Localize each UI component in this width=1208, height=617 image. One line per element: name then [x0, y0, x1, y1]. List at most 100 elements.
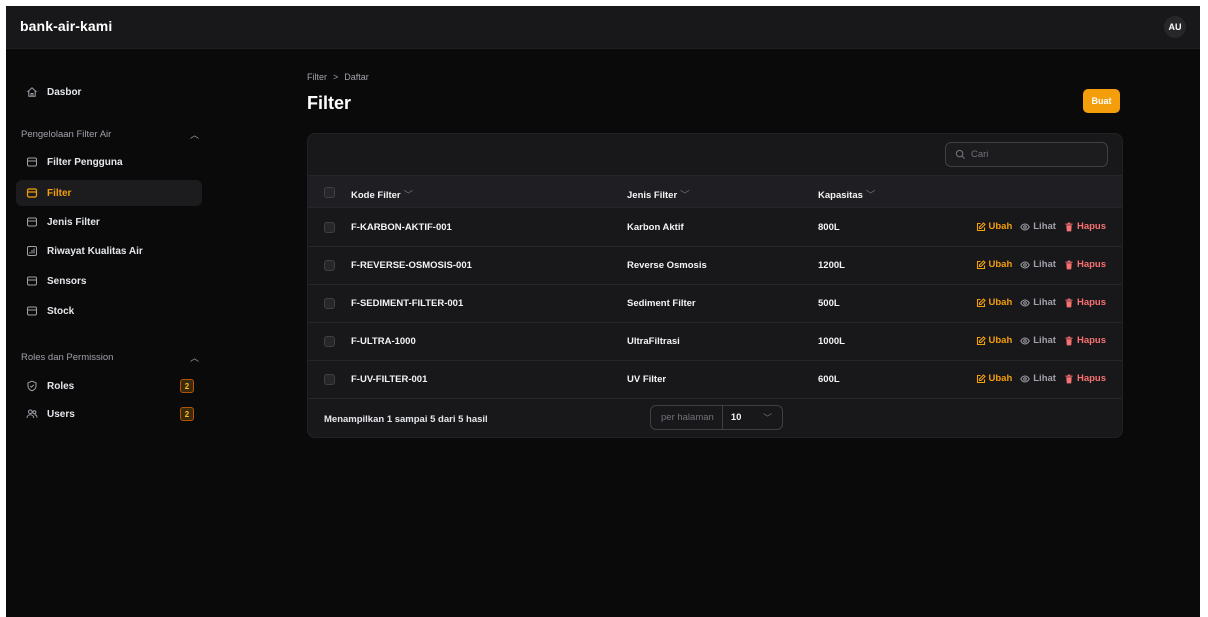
edit-button[interactable]: Ubah	[976, 373, 1012, 384]
cell-jenis-filter: Reverse Osmosis	[627, 260, 707, 271]
per-page-value: 10	[730, 412, 742, 423]
sidebar-group-label: Roles dan Permission	[21, 352, 114, 363]
search-icon	[955, 149, 966, 160]
column-header-kapasitas[interactable]: Kapasitas ﹀	[818, 187, 875, 201]
sidebar-group-roles-permission[interactable]: Roles dan Permission ︿	[21, 351, 199, 364]
row-checkbox[interactable]	[324, 374, 335, 385]
box-icon	[26, 156, 38, 168]
sidebar-item-riwayat-kualitas-air[interactable]: Riwayat Kualitas Air	[16, 238, 202, 264]
edit-icon	[976, 297, 986, 307]
cell-jenis-filter: Karbon Aktif	[627, 222, 684, 233]
edit-icon	[976, 335, 986, 345]
create-button[interactable]: Buat	[1083, 89, 1120, 113]
sidebar-item-users[interactable]: Users 2	[16, 401, 202, 427]
user-avatar[interactable]: AU	[1164, 16, 1186, 38]
sidebar-item-label: Dasbor	[47, 86, 82, 98]
brand-title[interactable]: bank-air-kami	[20, 18, 112, 34]
table-header: Kode Filter ﹀ Jenis Filter ﹀ Kapasitas ﹀	[308, 175, 1122, 208]
eye-icon	[1020, 222, 1031, 231]
breadcrumb-current: Daftar	[344, 72, 369, 82]
cell-kapasitas: 1200L	[818, 260, 845, 271]
table-row: F-SEDIMENT-FILTER-001 Sediment Filter 50…	[308, 285, 1122, 323]
chevron-down-icon: ﹀	[680, 190, 690, 201]
cell-kode-filter: F-UV-FILTER-001	[351, 374, 428, 385]
view-button[interactable]: Lihat	[1020, 221, 1056, 232]
cell-kode-filter: F-KARBON-AKTIF-001	[351, 222, 452, 233]
cell-kode-filter: F-SEDIMENT-FILTER-001	[351, 298, 464, 309]
home-icon	[26, 86, 38, 98]
sidebar-item-filter[interactable]: Filter	[16, 180, 202, 206]
users-icon	[26, 408, 38, 420]
edit-icon	[976, 221, 986, 231]
box-icon	[26, 187, 38, 199]
delete-button[interactable]: Hapus	[1064, 221, 1106, 232]
edit-button[interactable]: Ubah	[976, 297, 1012, 308]
view-button[interactable]: Lihat	[1020, 297, 1056, 308]
sidebar-item-sensors[interactable]: Sensors	[16, 268, 202, 294]
page-title: Filter	[307, 93, 352, 113]
view-button[interactable]: Lihat	[1020, 259, 1056, 270]
select-all-checkbox[interactable]	[324, 187, 335, 198]
sidebar-item-label: Filter Pengguna	[47, 156, 123, 168]
table-row: F-KARBON-AKTIF-001 Karbon Aktif 800L Uba…	[308, 209, 1122, 247]
eye-icon	[1020, 336, 1031, 345]
cell-jenis-filter: Sediment Filter	[627, 298, 696, 309]
sidebar-item-jenis-filter[interactable]: Jenis Filter	[16, 209, 202, 235]
cell-kapasitas: 1000L	[818, 336, 845, 347]
breadcrumb-separator: >	[333, 72, 339, 82]
delete-button[interactable]: Hapus	[1064, 373, 1106, 384]
row-checkbox[interactable]	[324, 298, 335, 309]
cell-kode-filter: F-REVERSE-OSMOSIS-001	[351, 260, 472, 271]
shield-icon	[26, 380, 38, 392]
breadcrumb-parent-link[interactable]: Filter	[307, 72, 327, 82]
edit-button[interactable]: Ubah	[976, 259, 1012, 270]
search-input[interactable]: Cari	[945, 142, 1108, 167]
edit-button[interactable]: Ubah	[976, 335, 1012, 346]
sidebar: Dasbor Pengelolaan Filter Air ︿ Filter P…	[6, 49, 212, 617]
sidebar-item-label: Users	[47, 408, 75, 420]
sidebar-item-label: Stock	[47, 305, 75, 317]
sidebar-item-filter-pengguna[interactable]: Filter Pengguna	[16, 149, 202, 175]
delete-button[interactable]: Hapus	[1064, 297, 1106, 308]
edit-icon	[976, 373, 986, 383]
sidebar-item-roles[interactable]: Roles 2	[16, 373, 202, 399]
trash-icon	[1065, 260, 1073, 269]
edit-button[interactable]: Ubah	[976, 221, 1012, 232]
delete-button[interactable]: Hapus	[1064, 335, 1106, 346]
sidebar-group-filter-management[interactable]: Pengelolaan Filter Air ︿	[21, 128, 199, 141]
row-actions: Ubah Lihat Hapus	[976, 221, 1106, 232]
row-actions: Ubah Lihat Hapus	[976, 373, 1106, 384]
per-page-select[interactable]: per halaman 10 ﹀	[650, 405, 783, 430]
eye-icon	[1020, 260, 1031, 269]
table-row: F-UV-FILTER-001 UV Filter 600L Ubah Liha…	[308, 361, 1122, 399]
column-header-jenis-filter[interactable]: Jenis Filter ﹀	[627, 187, 690, 201]
trash-icon	[1065, 298, 1073, 307]
column-header-kode-filter[interactable]: Kode Filter ﹀	[351, 187, 413, 201]
view-button[interactable]: Lihat	[1020, 373, 1056, 384]
delete-button[interactable]: Hapus	[1064, 259, 1106, 270]
breadcrumb: Filter > Daftar	[307, 72, 369, 82]
row-checkbox[interactable]	[324, 260, 335, 271]
row-actions: Ubah Lihat Hapus	[976, 259, 1106, 270]
pagination-summary: Menampilkan 1 sampai 5 dari 5 hasil	[324, 414, 488, 425]
row-checkbox[interactable]	[324, 222, 335, 233]
sidebar-item-label: Filter	[47, 187, 72, 199]
sidebar-item-dashboard[interactable]: Dasbor	[16, 79, 202, 105]
count-badge: 2	[180, 379, 194, 393]
box-icon	[26, 305, 38, 317]
view-button[interactable]: Lihat	[1020, 335, 1056, 346]
trash-icon	[1065, 336, 1073, 345]
sidebar-item-label: Sensors	[47, 275, 87, 287]
box-icon	[26, 216, 38, 228]
edit-icon	[976, 259, 986, 269]
chevron-up-icon: ︿	[189, 130, 199, 140]
sidebar-item-label: Jenis Filter	[47, 216, 100, 228]
cell-kapasitas: 600L	[818, 374, 840, 385]
cell-kapasitas: 500L	[818, 298, 840, 309]
cell-kapasitas: 800L	[818, 222, 840, 233]
table-card: Cari Kode Filter ﹀ Jenis Filter ﹀ Kapasita…	[307, 133, 1123, 438]
row-checkbox[interactable]	[324, 336, 335, 347]
app-window: bank-air-kami AU Dasbor Pengelolaan Filt…	[6, 6, 1200, 617]
top-bar: bank-air-kami AU	[6, 6, 1200, 49]
sidebar-item-stock[interactable]: Stock	[16, 298, 202, 324]
